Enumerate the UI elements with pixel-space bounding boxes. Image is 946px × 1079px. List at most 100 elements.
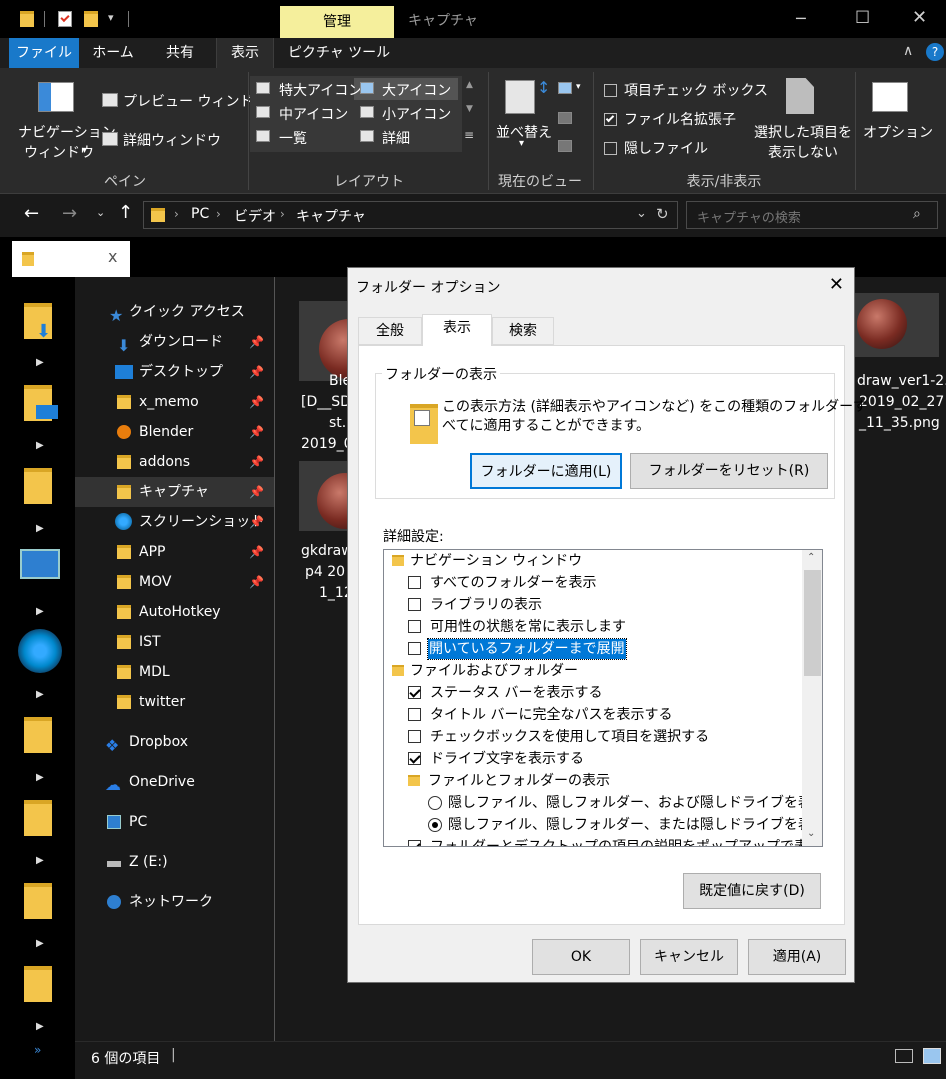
downloads-folder-icon[interactable]: ⬇ (24, 303, 52, 342)
layout-large-icons[interactable]: 大アイコン (382, 80, 451, 100)
checkbox[interactable] (408, 840, 421, 846)
expand-arrow-icon[interactable]: ▶ (36, 606, 44, 617)
large-icons-view-icon[interactable] (923, 1048, 941, 1064)
forward-icon[interactable]: → (62, 203, 77, 224)
layout-medium-icons[interactable]: 中アイコン (279, 104, 348, 124)
item-checkboxes-checkbox[interactable] (604, 84, 617, 97)
tab-view[interactable]: 表示 (216, 38, 274, 68)
search-icon[interactable]: ⌕ (913, 206, 921, 222)
breadcrumb-chevron-icon[interactable]: › (216, 207, 221, 221)
chevron-down-icon[interactable]: ▾ (576, 82, 581, 92)
breadcrumb-chevron-icon[interactable]: › (174, 207, 179, 221)
checkbox[interactable] (408, 598, 421, 611)
nav-pc[interactable]: PC (75, 807, 274, 837)
scroll-down-icon[interactable]: ⌄ (807, 828, 815, 839)
chevron-down-icon[interactable]: ▾ (519, 138, 524, 149)
layout-details[interactable]: 詳細 (382, 128, 410, 148)
nav-blender[interactable]: Blender 📌 (75, 417, 274, 447)
folder-icon[interactable] (24, 966, 52, 1002)
chevron-down-icon[interactable]: ▾ (82, 145, 87, 156)
nav-x-memo[interactable]: x_memo 📌 (75, 387, 274, 417)
tab-picture-tools[interactable]: ピクチャ ツール (284, 38, 394, 68)
tab-share[interactable]: 共有 (152, 38, 208, 68)
pin-icon[interactable]: 📌 (249, 477, 264, 507)
nav-app[interactable]: APP 📌 (75, 537, 274, 567)
minimize-icon[interactable]: ─ (796, 9, 806, 28)
scroll-up-icon[interactable]: ⌃ (807, 552, 815, 563)
gallery-up-icon[interactable]: ▲ (466, 80, 473, 90)
properties-icon[interactable] (58, 11, 72, 27)
pin-icon[interactable]: 📌 (249, 507, 264, 537)
nav-dropbox[interactable]: ❖ Dropbox (75, 727, 274, 757)
options-button[interactable]: オプション (863, 122, 933, 142)
tray-more-icon[interactable]: » (34, 1043, 41, 1057)
preview-pane-button[interactable]: プレビュー ウィンドウ (123, 91, 267, 111)
advanced-settings-list[interactable]: ナビゲーション ウィンドウ すべてのフォルダーを表示 ライブラリの表示 可用性の… (383, 549, 823, 847)
apply-button[interactable]: 適用(A) (748, 939, 846, 975)
nav-screenshots[interactable]: スクリーンショット 📌 (75, 507, 274, 537)
checkbox[interactable] (408, 686, 421, 699)
gallery-down-icon[interactable]: ▼ (466, 104, 473, 114)
gallery-more-icon[interactable]: ≡ (464, 128, 474, 142)
vertical-scrollbar[interactable]: ⌃ ⌄ (802, 550, 822, 846)
details-pane-button[interactable]: 詳細ウィンドウ (123, 130, 221, 150)
search-box[interactable]: キャプチャの検索 ⌕ (686, 201, 938, 229)
pin-icon[interactable]: 📌 (249, 447, 264, 477)
maximize-icon[interactable]: ☐ (855, 8, 870, 28)
tab-file[interactable]: ファイル (9, 38, 79, 68)
address-bar[interactable]: › PC › ビデオ › キャプチャ ⌄ ↻ (143, 201, 678, 229)
close-icon[interactable]: ✕ (829, 274, 844, 295)
scroll-thumb[interactable] (804, 570, 821, 676)
pc-icon[interactable] (20, 549, 60, 579)
layout-small-icons[interactable]: 小アイコン (382, 104, 451, 124)
expand-arrow-icon[interactable]: ▶ (36, 1021, 44, 1032)
collapse-ribbon-icon[interactable]: ∧ (903, 43, 913, 59)
nav-addons[interactable]: addons 📌 (75, 447, 274, 477)
breadcrumb-captures[interactable]: キャプチャ (296, 206, 366, 226)
nav-ist[interactable]: IST (75, 627, 274, 657)
help-icon[interactable]: ? (926, 43, 944, 61)
checkbox[interactable] (408, 752, 421, 765)
checkbox[interactable] (408, 642, 421, 655)
radio[interactable] (428, 796, 442, 810)
nav-desktop[interactable]: デスクトップ 📌 (75, 357, 274, 387)
up-icon[interactable]: ↑ (118, 202, 133, 223)
tab-view[interactable]: 表示 (422, 314, 492, 346)
group-by-icon[interactable] (558, 82, 572, 94)
tab-search[interactable]: 検索 (492, 317, 554, 345)
tab-home[interactable]: ホーム (86, 38, 140, 68)
reset-folders-button[interactable]: フォルダーをリセット(R) (630, 453, 828, 489)
size-columns-icon[interactable] (558, 140, 572, 152)
nav-mov[interactable]: MOV 📌 (75, 567, 274, 597)
pin-icon[interactable]: 📌 (249, 327, 264, 357)
recent-locations-icon[interactable]: ⌄ (96, 206, 105, 219)
screenshot-app-icon[interactable] (18, 629, 62, 673)
folder-icon[interactable] (24, 717, 52, 753)
customize-qa-icon[interactable]: ▾ (108, 11, 114, 24)
pin-icon[interactable]: 📌 (249, 537, 264, 567)
cancel-button[interactable]: キャンセル (640, 939, 738, 975)
expand-arrow-icon[interactable]: ▶ (36, 440, 44, 451)
checkbox[interactable] (408, 730, 421, 743)
expand-arrow-icon[interactable]: ▶ (36, 523, 44, 534)
layout-list[interactable]: 一覧 (279, 128, 307, 148)
nav-captures[interactable]: キャプチャ 📌 (75, 477, 274, 507)
details-view-icon[interactable] (895, 1049, 913, 1063)
expand-arrow-icon[interactable]: ▶ (36, 772, 44, 783)
file-thumbnail[interactable] (299, 461, 349, 531)
pin-icon[interactable]: 📌 (249, 417, 264, 447)
checkbox[interactable] (408, 620, 421, 633)
file-thumbnail[interactable] (855, 293, 939, 357)
nav-onedrive[interactable]: ☁ OneDrive (75, 767, 274, 797)
hide-selected-button[interactable]: 選択した項目を (754, 122, 852, 142)
checkbox[interactable] (408, 576, 421, 589)
nav-autohotkey[interactable]: AutoHotkey (75, 597, 274, 627)
nav-downloads[interactable]: ⬇ ダウンロード 📌 (75, 327, 274, 357)
nav-twitter[interactable]: twitter (75, 687, 274, 717)
nav-drive-z[interactable]: Z (E:) (75, 847, 274, 877)
nav-quick-access[interactable]: ★ クイック アクセス (75, 297, 274, 327)
new-folder-icon[interactable] (84, 11, 98, 27)
close-icon[interactable]: ✕ (912, 7, 927, 28)
breadcrumb-chevron-icon[interactable]: › (280, 207, 285, 221)
pin-icon[interactable]: 📌 (249, 567, 264, 597)
